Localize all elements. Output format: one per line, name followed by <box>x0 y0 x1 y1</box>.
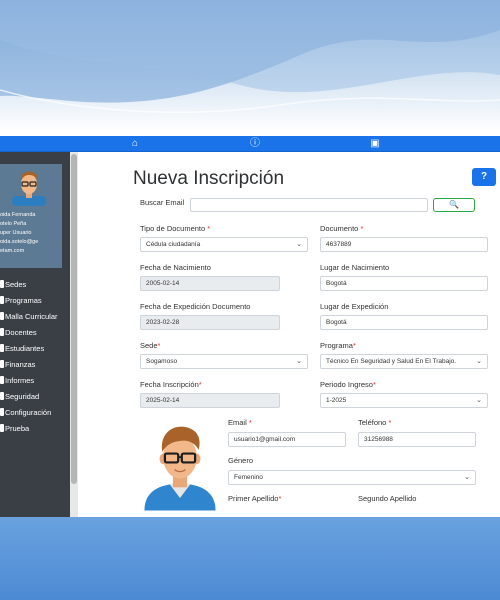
sidebar-item-informes[interactable]: Informes <box>0 373 70 389</box>
chevron-down-icon: ⌄ <box>476 397 482 404</box>
report-icon <box>0 376 4 384</box>
genero-select[interactable]: Femenino ⌄ <box>228 470 476 485</box>
fecha-inscripcion-input: 2025-02-14 <box>140 393 280 408</box>
shield-icon <box>0 392 4 400</box>
sidebar-item-prueba[interactable]: Prueba <box>0 421 70 437</box>
info-icon[interactable]: ⓘ <box>248 137 262 151</box>
fecha-nacimiento-input: 2005-02-14 <box>140 276 280 291</box>
search-icon: 🔍 <box>449 200 459 209</box>
fecha-nacimiento-label: Fecha de Nacimiento <box>140 263 211 272</box>
inscription-form: Buscar Email 🔍 Tipo de Documento * Docum… <box>126 188 496 517</box>
sidebar-item-label: Malla Curricular <box>5 312 58 321</box>
sidebar-item-programas[interactable]: Programas <box>0 293 70 309</box>
profile-role: uper Usuario <box>0 230 32 236</box>
bottom-band <box>0 517 500 600</box>
sidebar-item-configuracion[interactable]: Configuración <box>0 405 70 421</box>
sidebar-menu: Sedes Programas Malla Curricular Docente… <box>0 277 70 437</box>
documento-label: Documento * <box>320 224 364 233</box>
sidebar-item-label: Configuración <box>5 408 52 417</box>
sidebar-item-label: Programas <box>5 296 42 305</box>
help-button[interactable]: ? <box>472 168 496 186</box>
student-avatar <box>144 426 216 511</box>
periodo-ingreso-select[interactable]: 1-2025 ⌄ <box>320 393 488 408</box>
chevron-down-icon: ⌄ <box>296 241 302 248</box>
main-content: Nueva Inscripción ? Buscar Email 🔍 Tipo … <box>78 152 500 517</box>
money-icon <box>0 360 4 368</box>
calendar-icon[interactable]: ▣ <box>368 137 382 151</box>
genero-label: Género <box>228 456 254 465</box>
book-icon <box>0 296 4 304</box>
sidebar-scrollbar[interactable] <box>70 152 78 517</box>
primer-apellido-label: Primer Apellido* <box>228 494 282 503</box>
sidebar-item-malla-curricular[interactable]: Malla Curricular <box>0 309 70 325</box>
lugar-expedicion-label: Lugar de Expedición <box>320 302 389 311</box>
user-profile-card: oida Fernanda otelo Peña uper Usuario oi… <box>0 164 62 268</box>
programa-label: Programa* <box>320 341 356 350</box>
programa-select[interactable]: Técnico En Seguridad y Salud En El Traba… <box>320 354 488 369</box>
page-title: Nueva Inscripción <box>133 168 285 189</box>
search-email-input[interactable] <box>190 198 428 212</box>
profile-name-line-2: otelo Peña <box>0 221 27 227</box>
building-icon <box>0 280 4 288</box>
sidebar: oida Fernanda otelo Peña uper Usuario oi… <box>0 152 70 517</box>
chevron-down-icon: ⌄ <box>296 358 302 365</box>
gear-icon <box>0 408 4 416</box>
fecha-expedicion-input: 2023-02-28 <box>140 315 280 330</box>
sidebar-item-label: Docentes <box>5 328 37 337</box>
sidebar-item-sedes[interactable]: Sedes <box>0 277 70 293</box>
home-icon[interactable]: ⌂ <box>128 137 142 151</box>
sidebar-item-finanzas[interactable]: Finanzas <box>0 357 70 373</box>
lugar-nacimiento-label: Lugar de Nacimiento <box>320 263 390 272</box>
lugar-expedicion-input[interactable]: Bogotá <box>320 315 488 330</box>
scrollbar-thumb[interactable] <box>71 154 77 484</box>
email-input[interactable]: usuario1@gmail.com <box>228 432 346 447</box>
sidebar-item-label: Prueba <box>5 424 30 433</box>
sidebar-item-label: Estudiantes <box>5 344 45 353</box>
telefono-input[interactable]: 31256988 <box>358 432 476 447</box>
periodo-ingreso-label: Periodo Ingreso* <box>320 380 376 389</box>
email-label: Email * <box>228 418 252 427</box>
avatar <box>12 171 46 206</box>
tipo-documento-select[interactable]: Cédula ciudadanía ⌄ <box>140 237 308 252</box>
sede-label: Sede* <box>140 341 161 350</box>
students-icon <box>0 344 4 352</box>
lugar-nacimiento-input[interactable]: Bogotá <box>320 276 488 291</box>
documento-input[interactable]: 4637889 <box>320 237 488 252</box>
tipo-documento-label: Tipo de Documento * <box>140 224 211 233</box>
sidebar-item-label: Informes <box>5 376 35 385</box>
top-nav-bar: ⌂ ⓘ ▣ <box>0 136 500 152</box>
teacher-icon <box>0 328 4 336</box>
test-icon <box>0 424 4 432</box>
fecha-inscripcion-label: Fecha Inscripción* <box>140 380 202 389</box>
profile-email-line-1: oida.sotelo@ge <box>0 239 39 245</box>
chevron-down-icon: ⌄ <box>476 358 482 365</box>
background-waves <box>0 0 500 113</box>
sede-select[interactable]: Sogamoso ⌄ <box>140 354 308 369</box>
app-window: ⌂ ⓘ ▣ oida Fernanda otelo Peña uper Usua… <box>0 136 500 517</box>
telefono-label: Teléfono * <box>358 418 392 427</box>
grid-icon <box>0 312 4 320</box>
search-email-label: Buscar Email <box>140 198 185 207</box>
chevron-down-icon: ⌄ <box>464 474 470 481</box>
sidebar-item-seguridad[interactable]: Seguridad <box>0 389 70 405</box>
sidebar-item-docentes[interactable]: Docentes <box>0 325 70 341</box>
search-button[interactable]: 🔍 <box>433 198 475 212</box>
profile-name-line-1: oida Fernanda <box>0 212 36 218</box>
sidebar-item-label: Sedes <box>5 280 27 289</box>
segundo-apellido-label: Segundo Apellido <box>358 494 417 503</box>
sidebar-item-label: Seguridad <box>5 392 40 401</box>
profile-email-line-2: etam.com <box>0 248 25 254</box>
sidebar-item-estudiantes[interactable]: Estudiantes <box>0 341 70 357</box>
fecha-expedicion-label: Fecha de Expedición Documento <box>140 302 251 311</box>
sidebar-item-label: Finanzas <box>5 360 36 369</box>
